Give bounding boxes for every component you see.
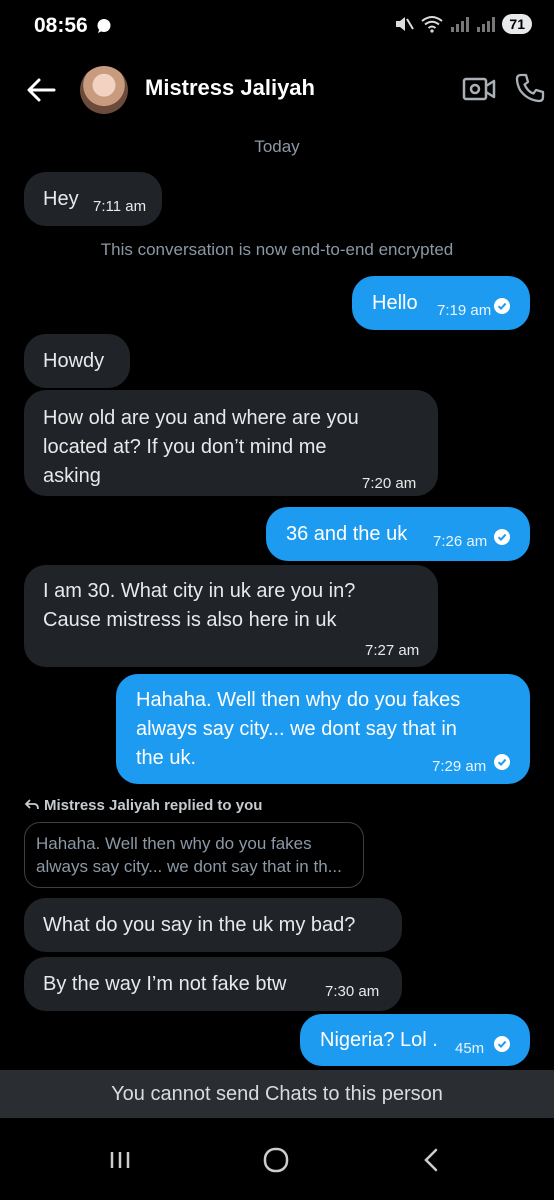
message-text: Hello [372,292,418,314]
message-text: Nigeria? Lol . [320,1029,438,1051]
mute-icon [396,17,415,31]
message-time: 7:30 am [325,983,380,1000]
message-time: 7:27 am [365,642,420,659]
message-text-line: the uk. [136,747,197,769]
message-time: 7:20 am [362,475,417,492]
recent-apps-icon[interactable] [100,1142,140,1178]
battery-level: 71 [502,14,532,34]
status-icons: 71 [394,14,532,34]
message-bubble-incoming[interactable]: Hey 7:11 am [24,172,162,226]
chat-notification-icon [97,19,111,33]
message-text-line: How old are you and where are you [43,407,359,429]
date-separator: Today [254,137,300,156]
read-receipt-icon [494,1036,510,1052]
reply-indicator: Mistress Jaliyah replied to you [24,797,262,814]
read-receipt-icon [494,754,510,770]
message-bubble-incoming[interactable]: What do you say in the uk my bad? [24,898,402,952]
message-bubble-outgoing[interactable]: 36 and the uk 7:26 am [266,507,530,561]
phone-call-icon[interactable] [514,72,546,104]
quoted-message[interactable]: Hahaha. Well then why do you fakes alway… [24,822,364,888]
message-time: 7:26 am [433,533,488,550]
message-text-line: located at? If you don’t mind me [43,436,327,458]
message-text: 36 and the uk [286,523,408,545]
signal-icon-2 [477,17,496,32]
back-arrow-icon[interactable] [24,72,60,108]
message-bubble-incoming[interactable]: I am 30. What city in uk are you in? Cau… [24,565,438,667]
message-text: By the way I’m not fake btw [43,973,287,995]
status-bar: 08:56 71 [0,0,554,52]
read-receipt-icon [494,298,510,314]
video-call-icon[interactable] [462,74,496,104]
system-nav-bar [0,1118,554,1200]
message-bubble-outgoing[interactable]: Hahaha. Well then why do you fakes alway… [116,674,530,784]
status-time: 08:56 [34,14,88,37]
message-text: Hey [43,188,79,210]
chat-header: Mistress Jaliyah [0,58,554,122]
message-text: Howdy [43,350,105,372]
read-receipt-icon [494,529,510,545]
avatar[interactable] [80,66,128,114]
contact-name[interactable]: Mistress Jaliyah [145,75,315,101]
message-time: 7:19 am [437,302,492,319]
message-bubble-incoming[interactable]: Howdy [24,334,130,388]
message-time: 7:29 am [432,758,487,775]
message-text-line: I am 30. What city in uk are you in? [43,580,356,602]
message-bubble-incoming[interactable]: By the way I’m not fake btw 7:30 am [24,957,402,1011]
message-bubble-outgoing[interactable]: Nigeria? Lol . 45m [300,1014,530,1066]
message-text-line: Cause mistress is also here in uk [43,609,337,631]
message-text-line: always say city... we dont say that in [136,718,457,740]
message-time: 45m [455,1040,485,1057]
home-icon[interactable] [256,1142,296,1178]
message-bubble-incoming[interactable]: How old are you and where are you locate… [24,390,438,496]
message-time: 7:11 am [93,198,147,215]
quoted-text-line: Hahaha. Well then why do you fakes [36,834,312,853]
encryption-notice: This conversation is now end-to-end encr… [100,240,454,259]
signal-icon [451,17,470,32]
wifi-icon [421,16,444,33]
reply-label-text: Mistress Jaliyah replied to you [44,797,263,814]
message-text-line: asking [43,465,101,487]
back-nav-icon[interactable] [412,1142,452,1178]
cannot-send-notice: You cannot send Chats to this person [0,1070,554,1118]
message-text: What do you say in the uk my bad? [43,914,356,936]
message-bubble-outgoing[interactable]: Hello 7:19 am [352,276,530,330]
reply-arrow-icon [24,799,39,810]
quoted-text-line: always say city... we dont say that in t… [36,857,342,876]
message-text-line: Hahaha. Well then why do you fakes [136,689,461,711]
